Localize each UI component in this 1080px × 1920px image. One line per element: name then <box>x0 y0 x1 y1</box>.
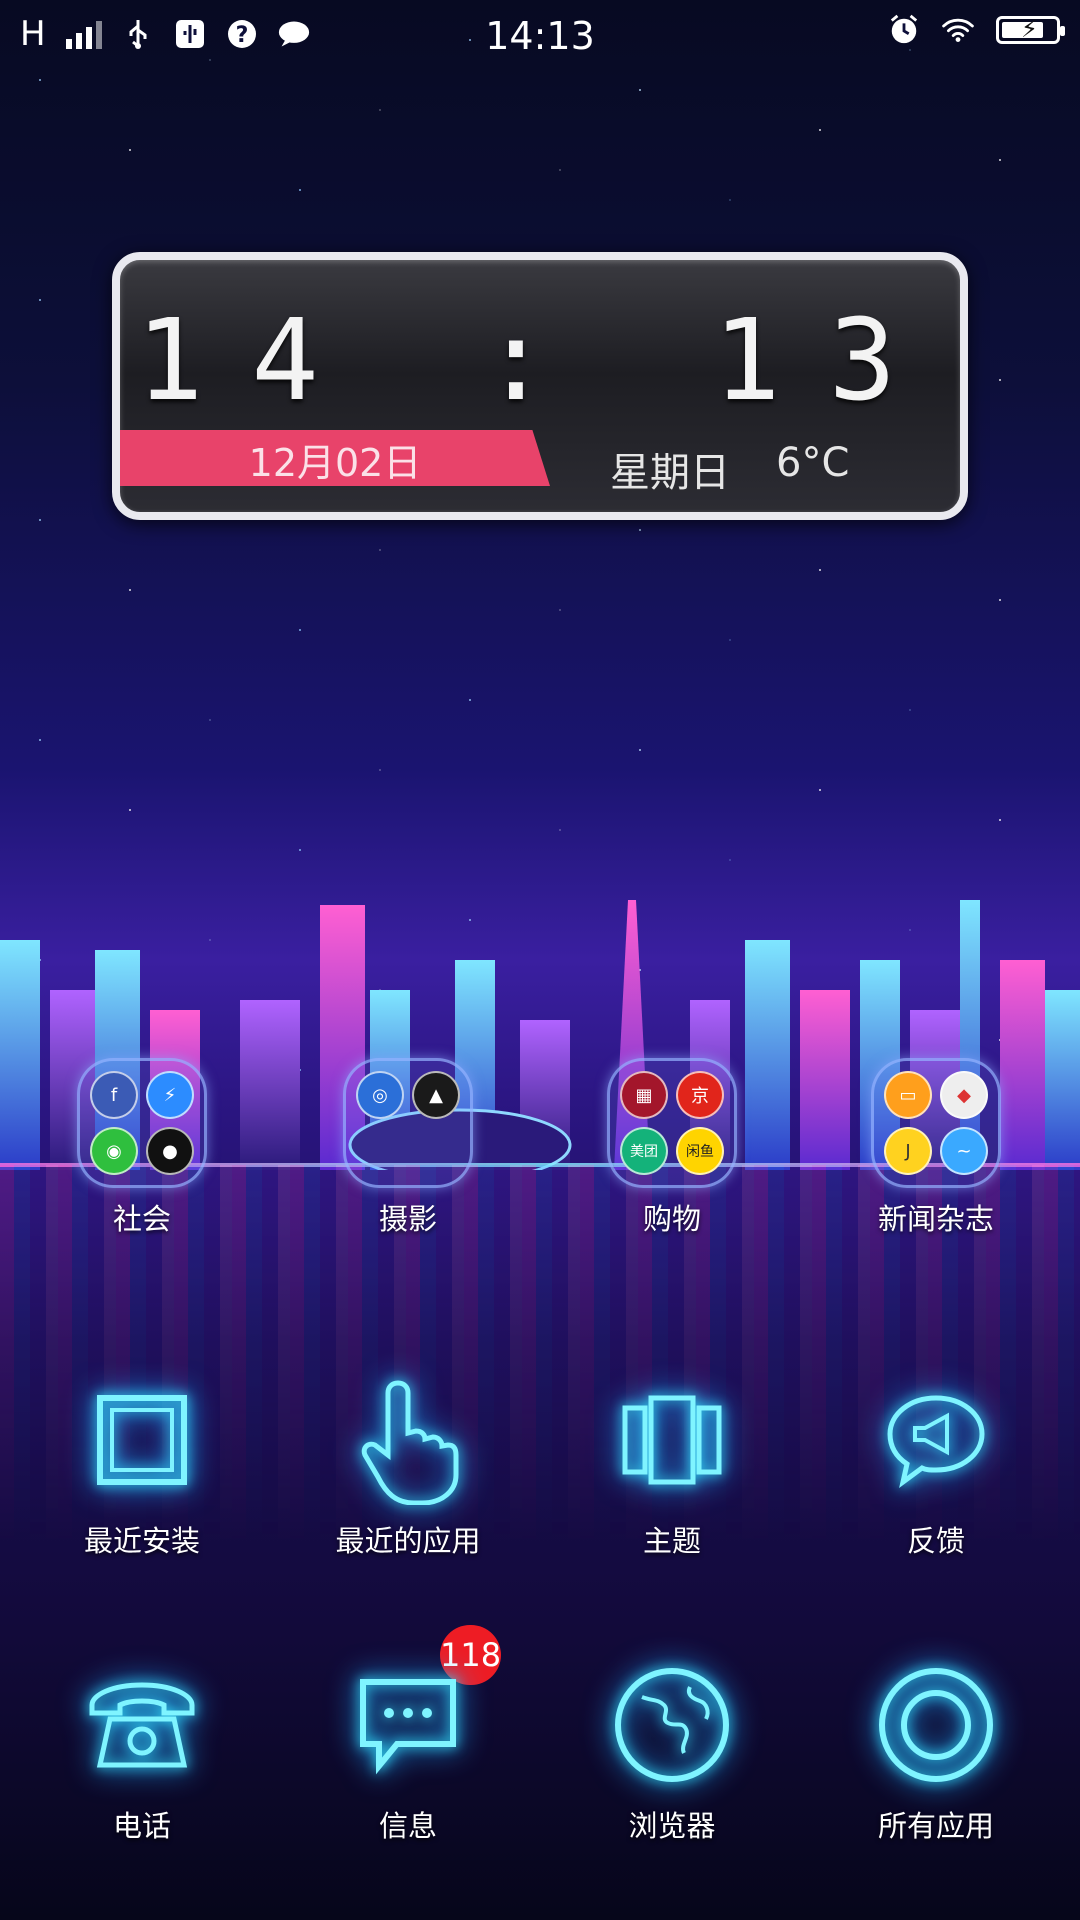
app-label: 电话 <box>112 1809 171 1843</box>
app-phone[interactable]: 电话 <box>22 1655 262 1845</box>
folder-shopping[interactable]: ▦ 京 美团 闲鱼 购物 <box>552 1058 792 1238</box>
folder-label: 新闻杂志 <box>877 1202 994 1236</box>
app-label: 浏览器 <box>628 1809 716 1843</box>
folder-news[interactable]: ▭ ◆ J ~ 新闻杂志 <box>816 1058 1056 1238</box>
facebook-icon: f <box>90 1071 138 1119</box>
ring-icon <box>866 1655 1006 1795</box>
app-recently-installed[interactable]: 最近安装 <box>22 1370 262 1560</box>
app-feedback[interactable]: 反馈 <box>816 1370 1056 1560</box>
app-label: 信息 <box>378 1809 437 1843</box>
messenger-icon: ⚡ <box>146 1071 194 1119</box>
widget-date: 12月02日 <box>248 441 422 485</box>
folder-icon: ▦ 京 美团 闲鱼 <box>607 1058 737 1188</box>
clock-weather-widget[interactable]: 14 : 13 12月02日 星期日 6°C <box>112 252 968 520</box>
app-label: 主题 <box>642 1524 701 1558</box>
app-label: 所有应用 <box>877 1809 994 1843</box>
theme-cards-icon <box>602 1370 742 1510</box>
meituan-icon: 美团 <box>620 1127 668 1175</box>
folder-label: 社会 <box>112 1202 171 1236</box>
message-icon <box>338 1655 478 1795</box>
qq-icon: ● <box>146 1127 194 1175</box>
folder-icon: f ⚡ ◉ ● <box>77 1058 207 1188</box>
folder-social[interactable]: f ⚡ ◉ ● 社会 <box>22 1058 262 1238</box>
folder-photography[interactable]: ◎ ▲ 摄影 <box>288 1058 528 1238</box>
jd-icon: 京 <box>676 1071 724 1119</box>
square-icon <box>72 1370 212 1510</box>
wechat-icon: ◉ <box>90 1127 138 1175</box>
news-icon: ◆ <box>940 1071 988 1119</box>
xianyu-icon: 闲鱼 <box>676 1127 724 1175</box>
folder-label: 摄影 <box>378 1202 437 1236</box>
shopping-cart-icon: ▦ <box>620 1071 668 1119</box>
snapseed-icon: ▲ <box>412 1071 460 1119</box>
pointing-hand-icon <box>338 1370 478 1510</box>
app-label: 反馈 <box>906 1524 965 1558</box>
alarm-icon <box>888 14 920 46</box>
widget-time: 14 : 13 <box>135 296 944 426</box>
wifi-icon <box>942 14 974 46</box>
headline-icon: J <box>884 1127 932 1175</box>
widget-temperature: 6°C <box>776 440 850 486</box>
app-messages[interactable]: 118 信息 <box>288 1625 528 1845</box>
folder-icon: ◎ ▲ <box>343 1058 473 1188</box>
telephone-icon <box>72 1655 212 1795</box>
app-all-apps[interactable]: 所有应用 <box>816 1655 1056 1845</box>
folder-label: 购物 <box>642 1202 701 1236</box>
megaphone-bubble-icon <box>866 1370 1006 1510</box>
app-label: 最近的应用 <box>335 1524 481 1558</box>
folder-icon: ▭ ◆ J ~ <box>871 1058 1001 1188</box>
camera-icon: ◎ <box>356 1071 404 1119</box>
status-bar: H ? 14:13 ⚡ <box>0 0 1080 76</box>
books-icon: ▭ <box>884 1071 932 1119</box>
app-browser[interactable]: 浏览器 <box>552 1655 792 1845</box>
app-recent-apps[interactable]: 最近的应用 <box>288 1370 528 1560</box>
globe-icon <box>602 1655 742 1795</box>
app-themes[interactable]: 主题 <box>552 1370 792 1560</box>
battery-charging-icon: ⚡ <box>996 15 1065 44</box>
feed-icon: ~ <box>940 1127 988 1175</box>
widget-weekday: 星期日 <box>610 450 730 496</box>
app-label: 最近安装 <box>83 1524 200 1558</box>
